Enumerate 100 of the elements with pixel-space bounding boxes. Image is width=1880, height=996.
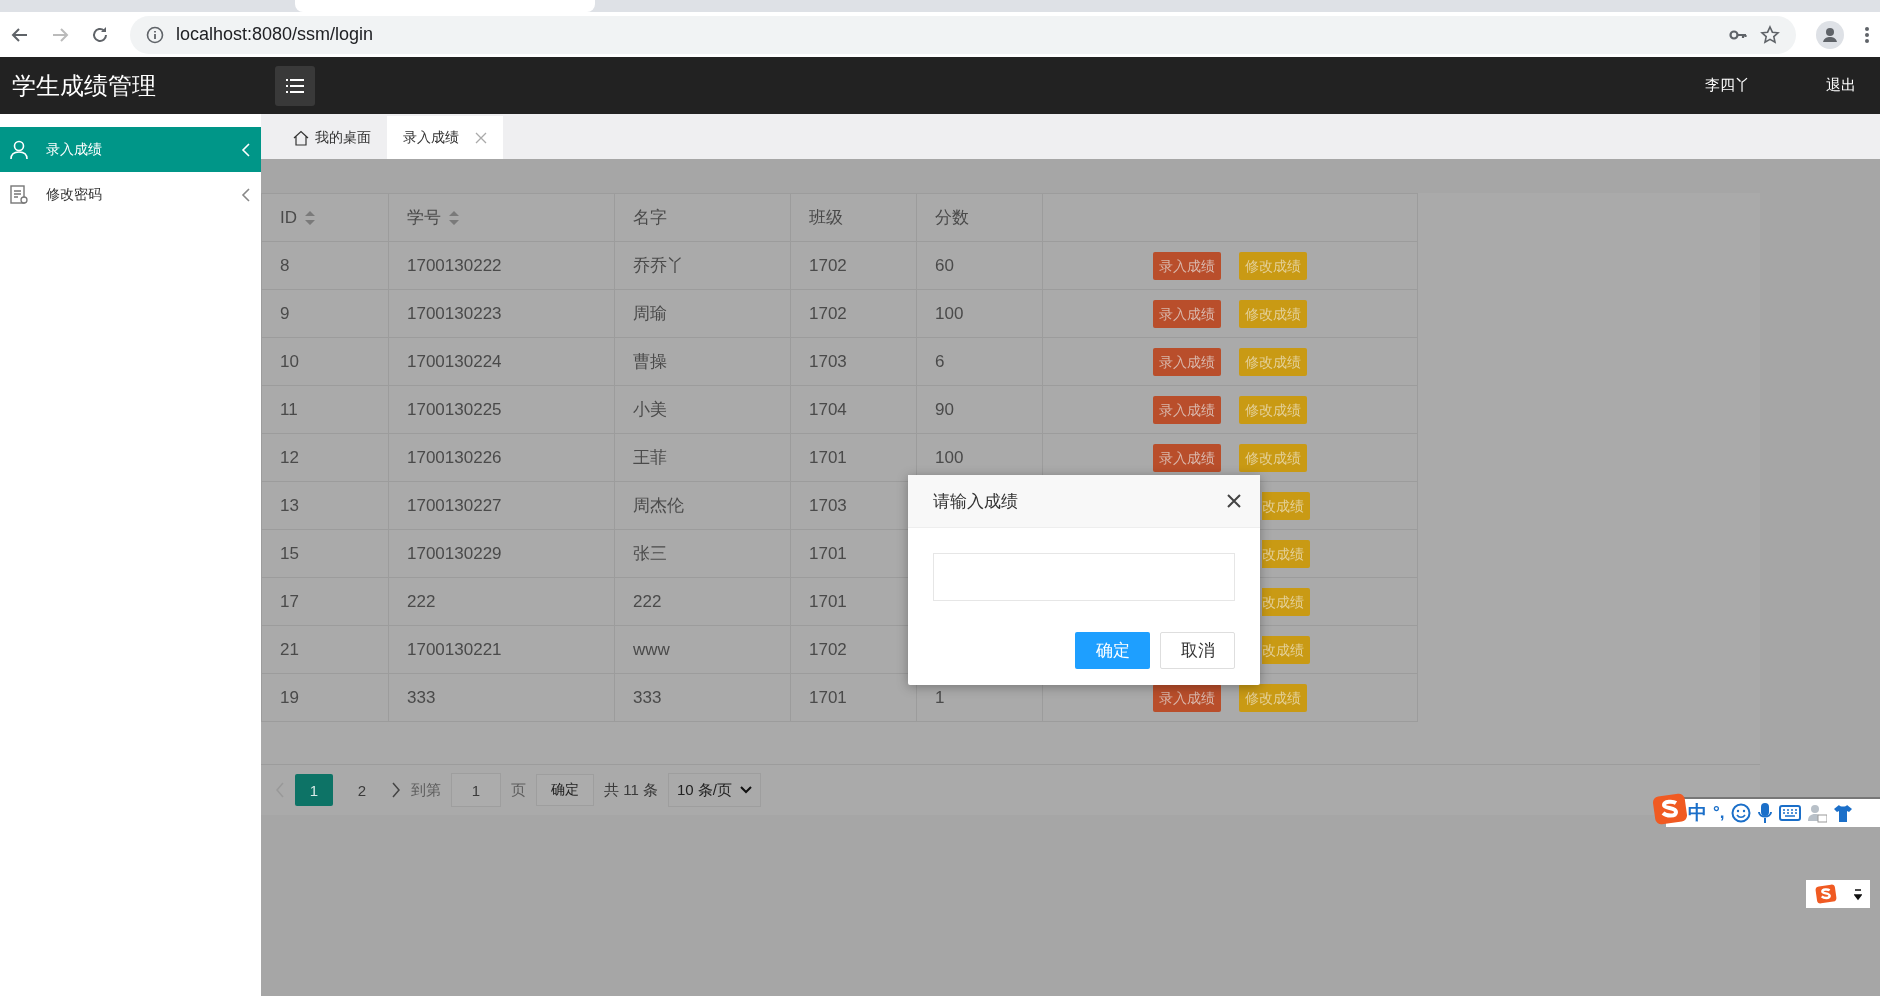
- tab[interactable]: 录入成绩: [387, 116, 503, 159]
- table-cell: 1700130229: [407, 543, 502, 563]
- dropdown-icon: [739, 786, 752, 794]
- table-cell: 曹操: [633, 352, 667, 371]
- table-cell: 1704: [809, 399, 847, 419]
- table-cell: 周瑜: [633, 304, 667, 323]
- shirt-icon[interactable]: [1832, 803, 1853, 823]
- table-cell: 11: [280, 399, 298, 419]
- page-button[interactable]: 1: [295, 774, 333, 806]
- menu-button[interactable]: [275, 65, 315, 106]
- table-cell: 12: [280, 447, 299, 467]
- table-cell: 1702: [809, 303, 847, 323]
- keyboard-icon[interactable]: [1778, 805, 1801, 821]
- action-button[interactable]: 录入成绩: [1153, 395, 1221, 424]
- table-cell: 6: [935, 351, 945, 371]
- table-cell: 1700130221: [407, 639, 502, 659]
- action-button[interactable]: 录入成绩: [1153, 251, 1221, 280]
- chevron-left-icon: [241, 187, 251, 202]
- table-cell: 1703: [809, 495, 847, 515]
- table-cell: 1702: [809, 255, 847, 275]
- page-unit: 页: [511, 780, 526, 800]
- logout-link[interactable]: 退出: [1826, 76, 1856, 95]
- action-button[interactable]: 录入成绩: [1153, 347, 1221, 376]
- column-header[interactable]: 分数: [935, 208, 969, 227]
- page-button[interactable]: 2: [343, 774, 381, 806]
- action-button[interactable]: 录入成绩: [1153, 443, 1221, 472]
- info-icon[interactable]: [146, 25, 164, 44]
- close-icon[interactable]: [1226, 493, 1242, 509]
- expand-icon[interactable]: [1853, 887, 1862, 901]
- table-cell: 王菲: [633, 448, 667, 467]
- microphone-icon[interactable]: [1756, 802, 1773, 824]
- profile-icon[interactable]: [1816, 20, 1844, 49]
- star-icon[interactable]: [1760, 24, 1780, 45]
- table-cell: 1701: [809, 543, 847, 563]
- table-cell: 17: [280, 591, 299, 611]
- table-cell: 1702: [809, 639, 847, 659]
- ime-logo-icon[interactable]: [1814, 884, 1837, 904]
- address-bar[interactable]: localhost:8080/ssm/login: [130, 15, 1796, 54]
- score-input-field[interactable]: [933, 553, 1235, 601]
- column-header[interactable]: 班级: [809, 208, 843, 227]
- action-button[interactable]: 录入成绩: [1153, 299, 1221, 328]
- table-cell: 60: [935, 255, 954, 275]
- chevron-left-icon: [241, 142, 251, 157]
- table-cell: 1700130227: [407, 495, 502, 515]
- confirm-button[interactable]: 确定: [536, 774, 594, 806]
- smiley-icon[interactable]: [1730, 803, 1751, 823]
- table-cell: 1700130224: [407, 351, 502, 371]
- table-cell: 21: [280, 639, 299, 659]
- sidebar-item[interactable]: 录入成绩: [0, 127, 261, 172]
- table-cell: 222: [633, 591, 662, 611]
- table-cell: 张三: [633, 544, 667, 563]
- table-cell: 222: [407, 591, 436, 611]
- table-cell: 333: [633, 687, 662, 707]
- table-cell: 乔乔丫: [633, 256, 684, 275]
- table-cell: 1700130223: [407, 303, 502, 323]
- table-cell: 小美: [633, 400, 667, 419]
- table-cell: 1701: [809, 591, 847, 611]
- page-input[interactable]: 1: [451, 773, 501, 807]
- goto-label: 到第: [411, 780, 441, 800]
- user-name[interactable]: 李四丫: [1705, 76, 1750, 95]
- ime-punctuation[interactable]: °,: [1713, 803, 1725, 823]
- column-header[interactable]: ID: [280, 207, 297, 227]
- column-header[interactable]: 学号: [407, 208, 441, 227]
- table-cell: 15: [280, 543, 299, 563]
- table-cell: 1703: [809, 351, 847, 371]
- tab[interactable]: 我的桌面: [277, 116, 387, 159]
- table-cell: 1700130225: [407, 399, 502, 419]
- app-title: 学生成绩管理: [11, 70, 157, 101]
- table-cell: 1701: [809, 447, 847, 467]
- ime-logo-icon[interactable]: [1652, 793, 1688, 825]
- table-cell: 100: [935, 303, 964, 323]
- table-cell: 13: [280, 495, 299, 515]
- table-cell: 8: [280, 255, 290, 275]
- dialog-title: 请输入成绩: [933, 490, 1019, 513]
- action-button[interactable]: 录入成绩: [1153, 683, 1221, 712]
- menu-icon: [286, 78, 304, 93]
- table-cell: 100: [935, 447, 964, 467]
- next-page-icon[interactable]: [391, 782, 401, 798]
- table-cell: 19: [280, 687, 299, 707]
- table-cell: 1: [935, 687, 945, 707]
- ok-button[interactable]: 确定: [1075, 632, 1150, 669]
- table-cell: 1700130226: [407, 447, 502, 467]
- more-menu-icon[interactable]: [1864, 24, 1870, 45]
- sidebar-item[interactable]: 修改密码: [0, 172, 261, 217]
- home-icon: [293, 129, 309, 146]
- table-cell: 90: [935, 399, 954, 419]
- table-cell: 1700130222: [407, 255, 502, 275]
- table-cell: 1701: [809, 687, 847, 707]
- total-count: 共 11 条: [604, 780, 658, 800]
- table-cell: 9: [280, 303, 290, 323]
- ime-mode[interactable]: 中: [1688, 800, 1707, 826]
- table-cell: 10: [280, 351, 299, 371]
- cancel-button[interactable]: 取消: [1160, 632, 1235, 669]
- column-header[interactable]: 名字: [633, 208, 667, 227]
- table-cell: 333: [407, 687, 436, 707]
- table-cell: www: [633, 639, 670, 659]
- table-cell: 周杰伦: [633, 496, 684, 515]
- page-size-select[interactable]: 10 条/页: [667, 773, 761, 807]
- document-icon: [10, 184, 28, 205]
- user-icon: [10, 139, 28, 160]
